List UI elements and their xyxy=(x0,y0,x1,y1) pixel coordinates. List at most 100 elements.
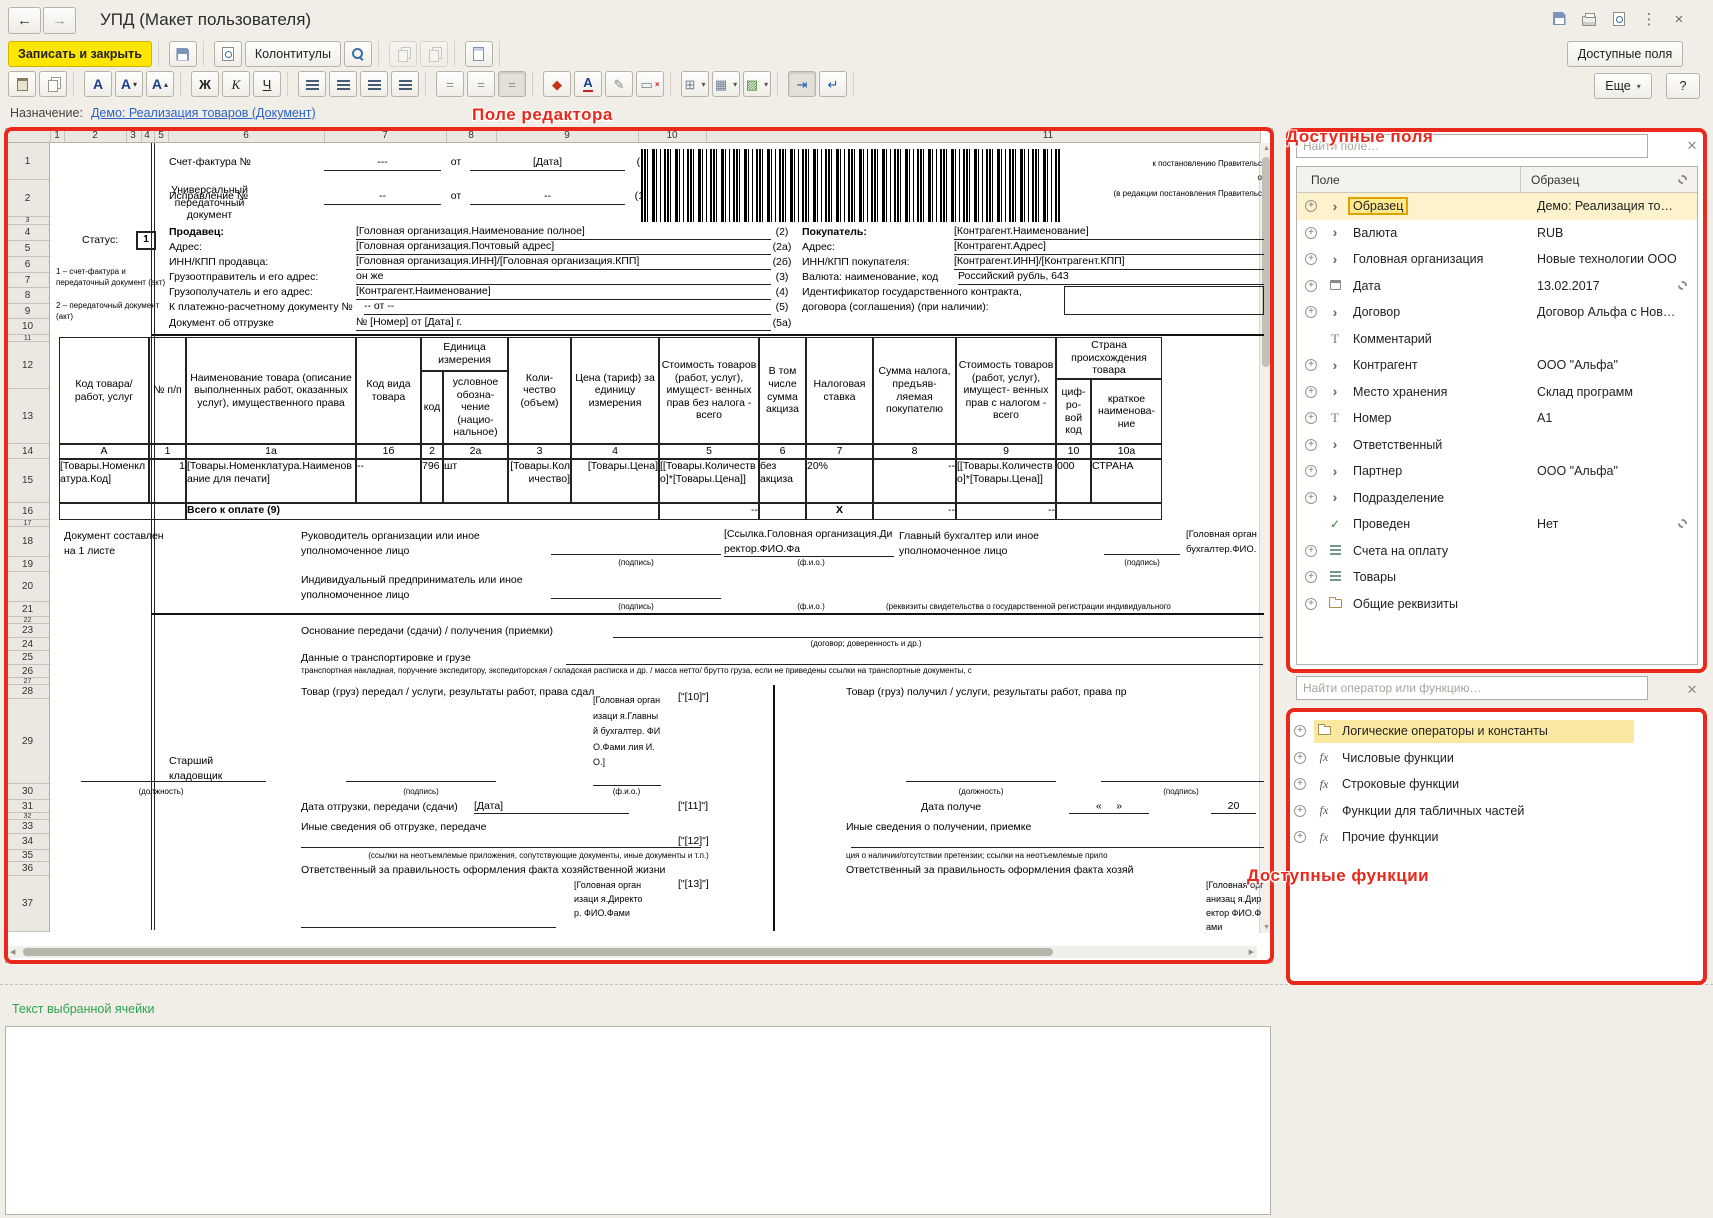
expand-plus-icon[interactable]: + xyxy=(1305,280,1317,292)
headers-footers-button[interactable]: Колонтитулы xyxy=(245,41,341,67)
function-group-label[interactable]: Функции для табличных частей xyxy=(1342,804,1524,818)
insert-picture-button[interactable]: ▨▾ xyxy=(743,71,771,97)
print-preview-icon[interactable] xyxy=(1608,12,1630,30)
text-wrap-button[interactable]: ↵ xyxy=(819,71,847,97)
row-header-31[interactable]: 31 xyxy=(6,800,50,813)
expand-plus-icon[interactable]: + xyxy=(1305,386,1317,398)
menu-dots-icon[interactable]: ⋮ xyxy=(1638,12,1660,30)
clear-format-button[interactable]: ▭× xyxy=(636,71,664,97)
row-header-14[interactable]: 14 xyxy=(6,444,50,459)
row-header-33[interactable]: 33 xyxy=(6,820,50,834)
scroll-down-icon[interactable]: ▼ xyxy=(1263,924,1270,931)
column-header-9[interactable]: 9 xyxy=(564,130,570,141)
expand-plus-icon[interactable]: + xyxy=(1305,492,1317,504)
column-header-4[interactable]: 4 xyxy=(144,130,150,141)
back-button[interactable]: ← xyxy=(8,7,41,34)
field-label[interactable]: Товары xyxy=(1353,570,1396,584)
row-header-36[interactable]: 36 xyxy=(6,862,50,876)
row-header-23[interactable]: 23 xyxy=(6,624,50,638)
field-label[interactable]: Ответственный xyxy=(1353,438,1442,452)
scroll-up-icon[interactable]: ▲ xyxy=(1263,145,1270,152)
expand-plus-icon[interactable]: + xyxy=(1305,227,1317,239)
fields-column-field[interactable]: Поле xyxy=(1297,167,1521,192)
field-label[interactable]: Проведен xyxy=(1353,517,1410,531)
field-row-7[interactable]: +›КонтрагентООО "Альфа" xyxy=(1297,352,1697,379)
page-settings-button[interactable] xyxy=(465,41,493,67)
expand-plus-icon[interactable]: + xyxy=(1294,752,1306,764)
expand-plus-icon[interactable]: + xyxy=(1294,778,1306,790)
field-settings-icon[interactable] xyxy=(1678,279,1687,293)
save-button[interactable] xyxy=(169,41,197,67)
copy-layout-button[interactable] xyxy=(389,41,417,67)
print-icon[interactable] xyxy=(1578,12,1600,30)
fields-settings-icon[interactable] xyxy=(1678,173,1687,187)
field-row-2[interactable]: +›ВалютаRUB xyxy=(1297,220,1697,247)
row-header-17[interactable]: 17 xyxy=(6,520,50,527)
column-header-7[interactable]: 7 xyxy=(382,130,388,141)
field-row-8[interactable]: +›Место храненияСклад программ xyxy=(1297,379,1697,406)
field-label[interactable]: Место хранения xyxy=(1353,385,1447,399)
cell-borders-button[interactable]: ⊞▾ xyxy=(681,71,709,97)
function-group-3[interactable]: +fxСтроковые функции xyxy=(1286,771,1707,798)
row-header-32[interactable]: 32 xyxy=(6,813,50,820)
underline-button[interactable]: Ч xyxy=(253,71,281,97)
row-header-27[interactable]: 27 xyxy=(6,678,50,685)
find-button[interactable] xyxy=(344,41,372,67)
row-header-15[interactable]: 15 xyxy=(6,459,50,503)
valign-bottom-button[interactable]: = xyxy=(498,71,526,97)
column-header-8[interactable]: 8 xyxy=(468,130,474,141)
close-icon[interactable]: × xyxy=(1668,12,1690,30)
field-row-3[interactable]: +›Головная организацияНовые технологии О… xyxy=(1297,246,1697,273)
row-header-2[interactable]: 2 xyxy=(6,180,50,217)
field-row-6[interactable]: TКомментарий xyxy=(1297,326,1697,353)
field-settings-icon[interactable] xyxy=(1678,517,1687,531)
row-header-24[interactable]: 24 xyxy=(6,638,50,651)
align-center-button[interactable] xyxy=(329,71,357,97)
row-header-28[interactable]: 28 xyxy=(6,685,50,699)
row-header-18[interactable]: 18 xyxy=(6,527,50,557)
row-header-19[interactable]: 19 xyxy=(6,557,50,572)
column-header-10[interactable]: 10 xyxy=(666,130,677,141)
more-button[interactable]: Еще▾ xyxy=(1594,73,1652,99)
row-header-6[interactable]: 6 xyxy=(6,257,50,273)
fields-list-header[interactable]: Поле Образец xyxy=(1297,167,1697,193)
assignment-link[interactable]: Демо: Реализация товаров (Документ) xyxy=(91,106,316,120)
field-row-4[interactable]: +Дата13.02.2017 xyxy=(1297,273,1697,300)
font-color-button[interactable]: А xyxy=(574,71,602,97)
row-header-16[interactable]: 16 xyxy=(6,503,50,520)
row-header-1[interactable]: 1 xyxy=(6,143,50,180)
pencil-button[interactable]: ✎ xyxy=(605,71,633,97)
help-button[interactable]: ? xyxy=(1666,73,1700,99)
expand-plus-icon[interactable]: + xyxy=(1305,439,1317,451)
field-row-10[interactable]: +›Ответственный xyxy=(1297,432,1697,459)
row-header-29[interactable]: 29 xyxy=(6,699,50,784)
row-header-3[interactable]: 3 xyxy=(6,217,50,225)
row-header-10[interactable]: 10 xyxy=(6,319,50,335)
fields-column-sample[interactable]: Образец xyxy=(1521,173,1678,187)
field-row-16[interactable]: +Общие реквизиты xyxy=(1297,591,1697,618)
row-header-5[interactable]: 5 xyxy=(6,241,50,257)
scroll-left-icon[interactable]: ◀ xyxy=(10,948,15,956)
row-header-11[interactable]: 11 xyxy=(6,335,50,342)
align-left-button[interactable] xyxy=(298,71,326,97)
expand-plus-icon[interactable]: + xyxy=(1305,253,1317,265)
field-search-clear-icon[interactable]: ✕ xyxy=(1684,138,1700,154)
field-row-5[interactable]: +›ДоговорДоговор Альфа с Нов… xyxy=(1297,299,1697,326)
expand-plus-icon[interactable]: + xyxy=(1305,598,1317,610)
row-header-8[interactable]: 8 xyxy=(6,288,50,304)
expand-plus-icon[interactable]: + xyxy=(1305,359,1317,371)
column-header-11[interactable]: 11 xyxy=(1043,130,1053,141)
function-group-4[interactable]: +fxФункции для табличных частей xyxy=(1286,798,1707,825)
field-row-14[interactable]: +Счета на оплату xyxy=(1297,538,1697,565)
function-group-label[interactable]: Прочие функции xyxy=(1342,830,1438,844)
layout-editor-canvas[interactable]: 1234567891011 12345678910111213141516171… xyxy=(5,128,1273,963)
font-button[interactable]: А xyxy=(84,71,112,97)
align-right-button[interactable] xyxy=(360,71,388,97)
row-header-34[interactable]: 34 xyxy=(6,834,50,850)
scroll-right-icon[interactable]: ▶ xyxy=(1249,948,1254,956)
row-header[interactable]: 1234567891011121314151617181920212223242… xyxy=(6,143,50,932)
row-header-13[interactable]: 13 xyxy=(6,389,50,444)
row-header-4[interactable]: 4 xyxy=(6,225,50,241)
italic-button[interactable]: К xyxy=(222,71,250,97)
expand-plus-icon[interactable]: + xyxy=(1305,200,1317,212)
